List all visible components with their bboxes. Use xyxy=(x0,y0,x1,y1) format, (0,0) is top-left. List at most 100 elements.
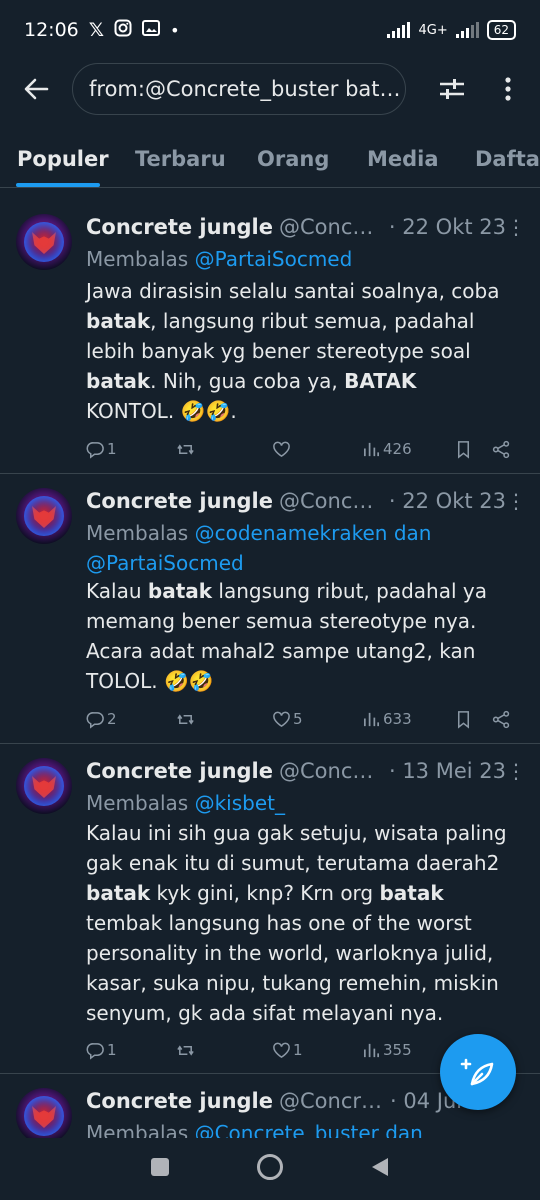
reply-button[interactable]: 1 xyxy=(86,440,117,459)
avatar[interactable] xyxy=(16,488,72,544)
tweet-header: Concrete jungle @Concr… · 22 Okt 23 ⋮ xyxy=(86,486,526,516)
filter-button[interactable] xyxy=(424,60,480,118)
author-name[interactable]: Concrete jungle xyxy=(86,215,273,239)
tweet-more-button[interactable]: ⋮ xyxy=(506,489,526,513)
share-icon xyxy=(492,710,510,728)
tab-terbaru[interactable]: Terbaru xyxy=(135,147,226,171)
repost-icon xyxy=(177,1044,194,1056)
tab-orang[interactable]: Orang xyxy=(257,147,329,171)
share-icon xyxy=(492,440,510,458)
author-handle: @Concr… xyxy=(279,489,381,513)
avatar[interactable] xyxy=(16,1088,72,1138)
heart-icon xyxy=(273,711,290,727)
reply-to-link[interactable]: @Concrete_buster dan xyxy=(195,1121,423,1138)
more-options-button[interactable] xyxy=(480,60,536,118)
reply-prefix: Membalas xyxy=(86,791,189,815)
tweet-date: · 22 Okt 23 xyxy=(388,215,506,239)
tweet[interactable]: Concrete jungle @Concr… · 22 Okt 23 ⋮ Me… xyxy=(0,474,540,744)
search-tabs: Populer Terbaru Orang Media Daftar xyxy=(0,130,540,188)
avatar[interactable] xyxy=(16,758,72,814)
signal-icon xyxy=(387,22,411,38)
tweet-actions: 1 426 xyxy=(86,434,516,464)
repost-button[interactable] xyxy=(176,440,197,459)
reply-icon xyxy=(86,441,104,459)
reply-context: Membalas @kisbet_ xyxy=(86,788,516,818)
author-handle: @Concre… xyxy=(279,759,381,783)
tweet[interactable]: Concrete jungle @Concre… · 13 Mei 23 ⋮ M… xyxy=(0,744,540,1074)
tweet-header: Concrete jungle @Concre… · 13 Mei 23 ⋮ xyxy=(86,756,526,786)
bookmark-button[interactable] xyxy=(454,710,473,729)
reply-icon xyxy=(86,1042,104,1060)
active-tab-indicator xyxy=(16,183,100,187)
gallery-icon xyxy=(142,19,161,42)
heart-icon xyxy=(273,1042,290,1058)
views-icon xyxy=(363,1043,380,1057)
instagram-icon xyxy=(114,19,132,42)
search-header: from:@Concrete_buster bat… xyxy=(0,60,540,118)
views-button[interactable]: 355 xyxy=(362,1041,412,1060)
heart-icon xyxy=(273,441,290,457)
author-name[interactable]: Concrete jungle xyxy=(86,489,273,513)
x-app-icon: 𝕏 xyxy=(88,19,105,41)
square-icon xyxy=(151,1158,169,1176)
bookmark-icon xyxy=(457,440,470,459)
like-button[interactable]: 5 xyxy=(272,710,303,729)
author-name[interactable]: Concrete jungle xyxy=(86,759,273,783)
share-button[interactable] xyxy=(492,440,511,459)
tweet-more-button[interactable]: ⋮ xyxy=(506,759,526,783)
reply-icon xyxy=(86,711,104,729)
reply-button[interactable]: 1 xyxy=(86,1041,117,1060)
views-button[interactable]: 633 xyxy=(362,710,412,729)
repost-button[interactable] xyxy=(176,710,197,729)
compose-post-button[interactable] xyxy=(440,1034,516,1110)
battery-indicator: 62 xyxy=(486,20,516,40)
reply-button[interactable]: 2 xyxy=(86,710,117,729)
tweet[interactable]: Concrete jungle @Concr… · 22 Okt 23 ⋮ Me… xyxy=(0,200,540,474)
sliders-icon xyxy=(440,79,464,99)
share-button[interactable] xyxy=(492,710,511,729)
reply-context: Membalas @codenamekraken dan @PartaiSocm… xyxy=(86,518,516,578)
reply-to-link[interactable]: @PartaiSocmed xyxy=(195,247,353,271)
avatar[interactable] xyxy=(16,214,72,270)
reply-prefix: Membalas xyxy=(86,1121,189,1138)
tweet-actions: 2 5 633 xyxy=(86,704,516,734)
repost-icon xyxy=(177,443,194,455)
tweet-date: · 22 Okt 23 xyxy=(388,489,506,513)
more-notifications-icon: • xyxy=(170,20,180,40)
tab-populer[interactable]: Populer xyxy=(17,147,109,171)
tab-daftar[interactable]: Daftar xyxy=(475,147,540,171)
home-button[interactable] xyxy=(256,1153,284,1185)
tweet-text: Kalau batak langsung ribut, padahal ya m… xyxy=(86,579,487,693)
search-input[interactable]: from:@Concrete_buster bat… xyxy=(72,63,406,115)
triangle-back-icon xyxy=(372,1158,388,1176)
reply-to-link[interactable]: @kisbet_ xyxy=(195,791,285,815)
tweet-text: Kalau ini sih gua gak setuju, wisata pal… xyxy=(86,821,507,1025)
reply-prefix: Membalas xyxy=(86,247,189,271)
back-button[interactable] xyxy=(0,60,72,118)
vertical-dots-icon xyxy=(505,77,511,101)
repost-button[interactable] xyxy=(176,1041,197,1060)
compose-feather-icon xyxy=(460,1058,494,1086)
bookmark-button[interactable] xyxy=(454,440,473,459)
system-nav-bar xyxy=(0,1138,540,1200)
status-bar: 12:06 𝕏 • 4G+ 62 xyxy=(0,0,540,60)
tab-media[interactable]: Media xyxy=(367,147,439,171)
reply-prefix: Membalas xyxy=(86,521,189,545)
tweet-header: Concrete jungle @Concr… · 22 Okt 23 ⋮ xyxy=(86,212,526,242)
repost-icon xyxy=(177,713,194,725)
recents-button[interactable] xyxy=(150,1157,170,1181)
back-nav-button[interactable] xyxy=(370,1156,390,1182)
views-icon xyxy=(363,712,380,726)
like-button[interactable]: 1 xyxy=(272,1041,303,1060)
circle-icon xyxy=(257,1154,283,1180)
views-button[interactable]: 426 xyxy=(362,440,412,459)
author-name[interactable]: Concrete jungle xyxy=(86,1089,273,1113)
status-time: 12:06 xyxy=(24,19,79,41)
reply-context: Membalas @PartaiSocmed xyxy=(86,244,516,274)
reply-context: Membalas @Concrete_buster dan xyxy=(86,1118,516,1138)
tweet-more-button[interactable]: ⋮ xyxy=(506,215,526,239)
bookmark-icon xyxy=(457,710,470,729)
views-icon xyxy=(363,442,380,456)
arrow-left-icon xyxy=(24,78,49,100)
like-button[interactable] xyxy=(272,440,293,459)
